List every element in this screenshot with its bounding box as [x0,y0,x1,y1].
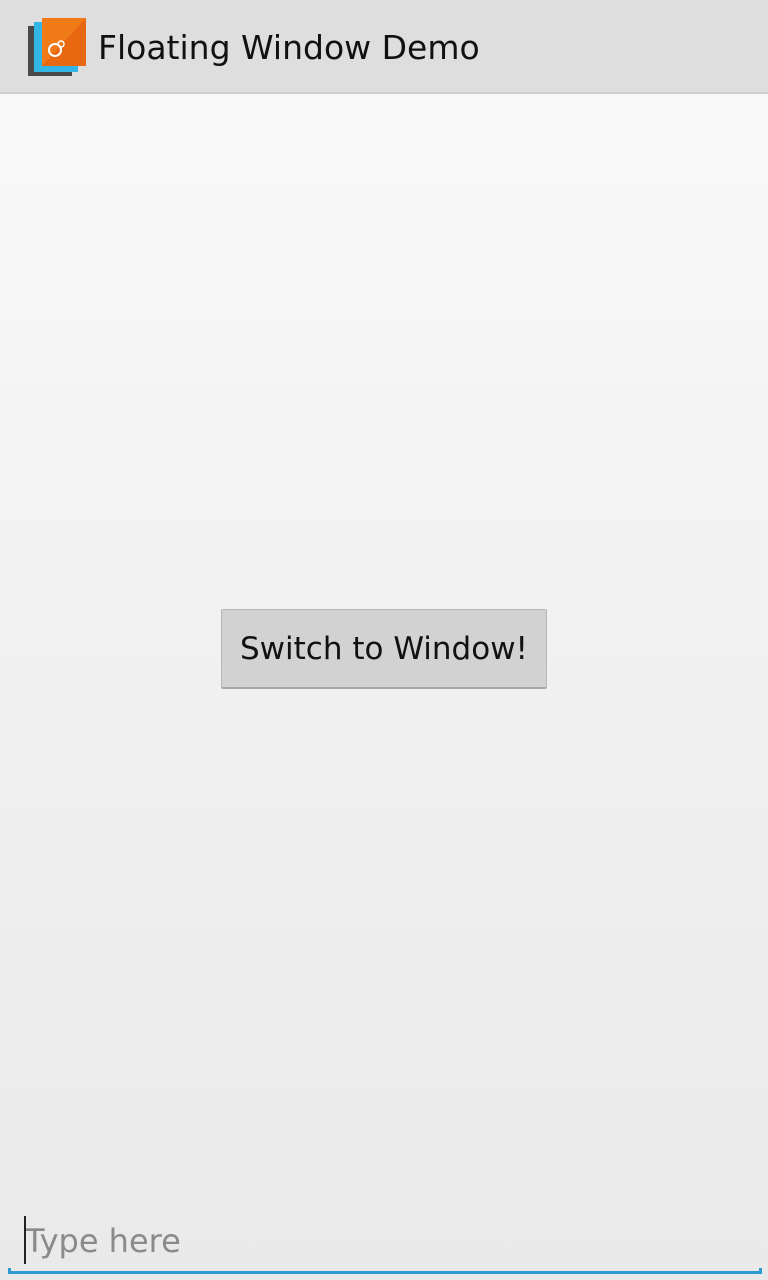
action-bar: Floating Window Demo [0,0,768,94]
input-underline [8,1268,762,1274]
type-here-input[interactable] [8,1212,762,1270]
text-input-container [8,1212,762,1274]
app-title: Floating Window Demo [98,28,480,67]
app-icon[interactable] [26,16,88,80]
switch-to-window-button[interactable]: Switch to Window! [221,609,547,689]
app-screen: Floating Window Demo Switch to Window! [0,0,768,1280]
text-cursor [24,1216,26,1264]
